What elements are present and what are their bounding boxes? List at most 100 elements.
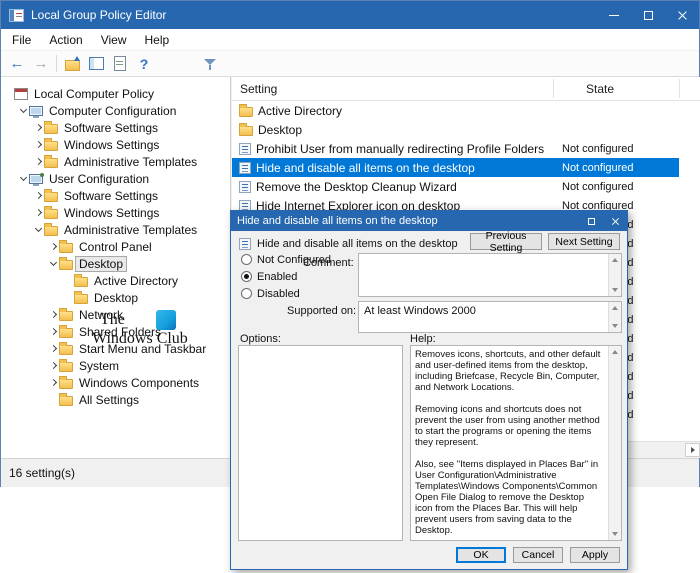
show-console-tree-button[interactable]: [84, 53, 108, 75]
back-button[interactable]: [5, 53, 29, 75]
window-controls: [597, 1, 699, 29]
tree-item-icon: [74, 277, 88, 287]
minimize-button[interactable]: [597, 1, 631, 29]
comment-scrollbar[interactable]: [608, 254, 621, 296]
tree-expander-icon[interactable]: [48, 394, 59, 405]
close-icon: [611, 217, 620, 226]
tree-item-icon: [59, 362, 73, 372]
close-button[interactable]: [665, 1, 699, 29]
tree-item-label: Software Settings: [61, 189, 161, 203]
menu-item[interactable]: View: [92, 33, 136, 47]
state-cell: Not configured: [562, 181, 634, 193]
column-header-state[interactable]: State: [586, 82, 614, 96]
tree-item[interactable]: Administrative Templates: [1, 221, 230, 238]
tree-item-icon: [59, 345, 73, 355]
screen: Local Group Policy Editor FileActionView…: [0, 0, 700, 573]
twc-logo-icon: [156, 310, 176, 330]
tree-item[interactable]: Local Computer Policy: [1, 85, 230, 102]
tree-expander-icon[interactable]: [33, 122, 44, 133]
tree-item-label: Control Panel: [76, 240, 155, 254]
table-row[interactable]: Desktop: [232, 120, 679, 139]
tree-item[interactable]: Computer Configuration: [1, 102, 230, 119]
tree-expander-icon[interactable]: [33, 224, 44, 235]
dialog-buttons: OK Cancel Apply: [456, 547, 620, 563]
tree-item[interactable]: User Configuration: [1, 170, 230, 187]
tree-expander-icon[interactable]: [63, 275, 74, 286]
tree-expander-icon[interactable]: [48, 326, 59, 337]
tree-item[interactable]: Windows Settings: [1, 136, 230, 153]
tree-expander-icon[interactable]: [33, 190, 44, 201]
tree-expander-icon[interactable]: [33, 156, 44, 167]
supported-on-box: At least Windows 2000: [358, 301, 622, 333]
previous-setting-button[interactable]: Previous Setting: [470, 233, 542, 250]
tree-item[interactable]: Control Panel: [1, 238, 230, 255]
tree-item-icon: [44, 141, 58, 151]
tree-expander-icon[interactable]: [48, 309, 59, 320]
supported-scrollbar[interactable]: [608, 302, 621, 332]
tree-item-label: Windows Settings: [61, 206, 162, 220]
radio-disabled[interactable]: Disabled: [241, 285, 331, 302]
tree-expander-icon[interactable]: [3, 88, 14, 99]
tree-item-label: Windows Settings: [61, 138, 162, 152]
tree-item[interactable]: Administrative Templates: [1, 153, 230, 170]
radio-enabled[interactable]: Enabled: [241, 268, 331, 285]
column-divider[interactable]: [553, 79, 554, 98]
title-bar: Local Group Policy Editor: [1, 1, 699, 29]
tree-expander-icon[interactable]: [63, 292, 74, 303]
tree-item[interactable]: Windows Components: [1, 374, 230, 391]
cancel-button[interactable]: Cancel: [513, 547, 563, 563]
tree-item-label: System: [76, 359, 122, 373]
menu-item[interactable]: Action: [40, 33, 91, 47]
table-row[interactable]: Active Directory: [232, 101, 679, 120]
row-type-icon: [239, 143, 251, 155]
menu-item[interactable]: File: [3, 33, 40, 47]
tree-expander-icon[interactable]: [48, 241, 59, 252]
maximize-button[interactable]: [631, 1, 665, 29]
table-row[interactable]: Hide and disable all items on the deskto…: [232, 158, 679, 177]
tree-expander-icon[interactable]: [33, 207, 44, 218]
tree-item[interactable]: All Settings: [1, 391, 230, 408]
menu-item[interactable]: Help: [136, 33, 179, 47]
column-divider[interactable]: [679, 79, 680, 98]
tree-expander-icon[interactable]: [33, 139, 44, 150]
tree-item-icon: [59, 243, 73, 253]
dialog-maximize-button[interactable]: [579, 211, 603, 231]
tree-expander-icon[interactable]: [18, 173, 29, 184]
tree-item[interactable]: Desktop: [1, 255, 230, 272]
setting-cell: Desktop: [258, 123, 302, 137]
help-button[interactable]: [132, 53, 156, 75]
row-type-icon: [239, 126, 253, 136]
column-header-setting[interactable]: Setting: [240, 82, 277, 96]
scroll-right-icon[interactable]: [685, 443, 700, 457]
tree-item[interactable]: Windows Settings: [1, 204, 230, 221]
dialog-close-button[interactable]: [603, 211, 627, 231]
tree-item[interactable]: Active Directory: [1, 272, 230, 289]
tree-expander-icon[interactable]: [48, 343, 59, 354]
tree-expander-icon[interactable]: [18, 105, 29, 116]
forward-button[interactable]: [29, 53, 53, 75]
tree-item-icon: [74, 294, 88, 304]
next-setting-button[interactable]: Next Setting: [548, 233, 620, 250]
comment-input[interactable]: [358, 253, 622, 297]
tree-item-icon: [59, 260, 73, 270]
tree-item[interactable]: Software Settings: [1, 187, 230, 204]
dialog-nav: Previous Setting Next Setting: [470, 233, 620, 250]
radio-label: Enabled: [257, 271, 297, 283]
table-row[interactable]: Remove the Desktop Cleanup Wizard Not co…: [232, 177, 679, 196]
tree-item-icon: [44, 158, 58, 168]
tree-expander-icon[interactable]: [48, 360, 59, 371]
help-scrollbar[interactable]: [608, 346, 621, 540]
tree-item[interactable]: System: [1, 357, 230, 374]
tree-expander-icon[interactable]: [48, 258, 59, 269]
apply-button[interactable]: Apply: [570, 547, 620, 563]
export-list-button[interactable]: [108, 53, 132, 75]
tree-item[interactable]: Desktop: [1, 289, 230, 306]
tree-item[interactable]: Software Settings: [1, 119, 230, 136]
up-one-level-button[interactable]: [60, 53, 84, 75]
ok-button[interactable]: OK: [456, 547, 506, 563]
tree-expander-icon[interactable]: [48, 377, 59, 388]
dialog-title: Hide and disable all items on the deskto…: [237, 215, 438, 227]
filter-button[interactable]: [198, 53, 222, 75]
table-row[interactable]: Prohibit User from manually redirecting …: [232, 139, 679, 158]
tree-item-icon: [29, 106, 43, 116]
